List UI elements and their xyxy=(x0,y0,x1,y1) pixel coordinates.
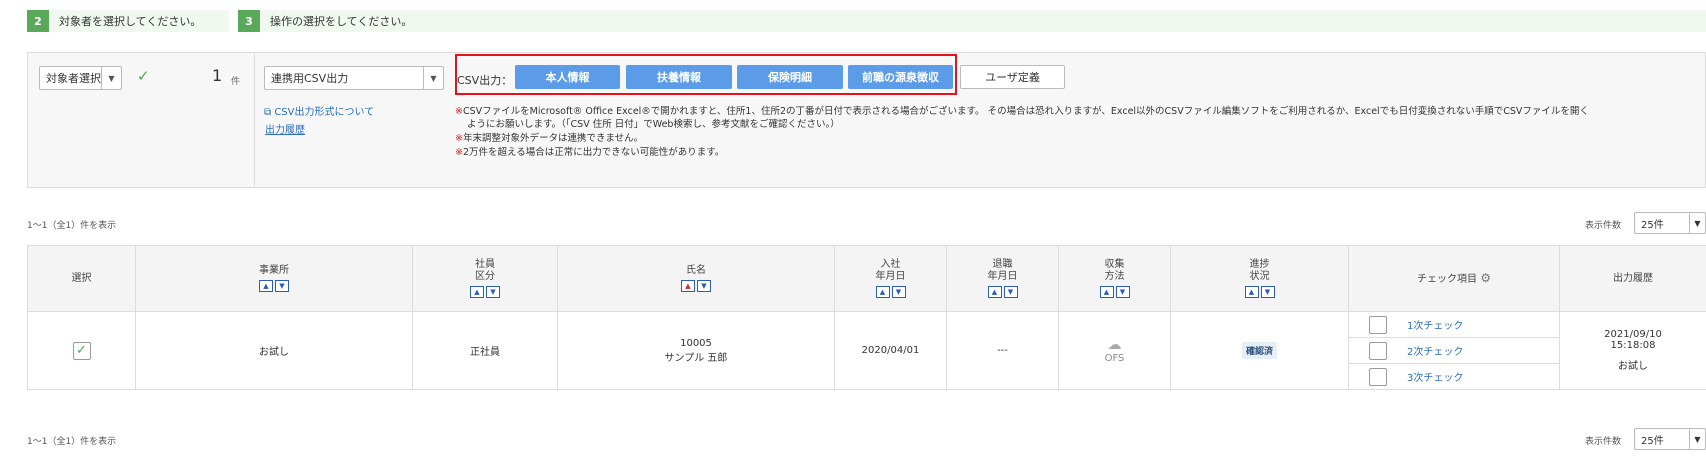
note-limit: ※2万件を超える場合は正常に出力できない可能性があります。 xyxy=(455,147,725,158)
sort-desc-button[interactable]: ▼ xyxy=(891,286,906,298)
target-count-unit: 件 xyxy=(231,77,241,87)
history-time: 15:18:08 xyxy=(1610,340,1656,351)
chevron-down-icon: ▼ xyxy=(1689,429,1705,449)
note-year-end: ※年末調整対象外データは連携できません。 xyxy=(455,133,644,144)
chevron-down-icon: ▼ xyxy=(423,67,443,89)
check-item-checkbox[interactable] xyxy=(1369,367,1387,386)
target-count: 1 xyxy=(212,66,223,85)
step-3-header: 3 操作の選択をしてください。 xyxy=(238,10,1706,32)
cell-join-date: 2020/04/01 xyxy=(834,311,947,390)
history-date: 2021/09/10 xyxy=(1604,329,1662,340)
step-title: 対象者を選択してください。 xyxy=(59,15,202,28)
cell-check-items: 1次チェック 2次チェック 3次チェック xyxy=(1348,311,1560,390)
page-size-value: 25件 xyxy=(1641,219,1664,231)
employee-name: サンプル 五郎 xyxy=(664,352,728,364)
header-select: 選択 xyxy=(27,245,136,312)
check-item: 3次チェック xyxy=(1349,364,1559,389)
cell-select: ✓ xyxy=(27,311,136,390)
chevron-down-icon: ▼ xyxy=(101,67,121,89)
page-size-value: 25件 xyxy=(1641,435,1664,447)
sort-desc-button[interactable]: ▼ xyxy=(1260,286,1275,298)
sort-desc-button[interactable]: ▼ xyxy=(1115,286,1130,298)
header-join-date: 入社 年月日 ▲ ▼ xyxy=(834,245,947,312)
note-excel: ※CSVファイルをMicrosoft® Office Excel®で開かれますと… xyxy=(455,106,1589,117)
sort-asc-button[interactable]: ▲ xyxy=(987,286,1002,298)
check-item-link[interactable]: 1次チェック xyxy=(1407,317,1463,332)
cell-office: お試し xyxy=(135,311,413,390)
highlight-box xyxy=(455,54,957,95)
collect-method-value: OFS xyxy=(1104,353,1125,364)
check-item: 1次チェック xyxy=(1349,312,1559,338)
header-name: 氏名 ▲ ▼ xyxy=(557,245,835,312)
sort-asc-button[interactable]: ▲ xyxy=(1244,286,1259,298)
sort-desc-button[interactable]: ▼ xyxy=(1003,286,1018,298)
sort-asc-button[interactable]: ▲ xyxy=(681,280,695,292)
sort-asc-button[interactable]: ▲ xyxy=(470,286,484,298)
page-size-select[interactable]: 25件 ▼ xyxy=(1634,212,1706,234)
header-progress: 進捗 状況 ▲ ▼ xyxy=(1170,245,1349,312)
cell-output-history: 2021/09/10 15:18:08 お試し xyxy=(1559,311,1706,390)
sort-desc-button[interactable]: ▼ xyxy=(275,280,289,292)
header-check-items: チェック項目 ⚙ xyxy=(1348,245,1560,312)
page-size-select-bottom[interactable]: 25件 ▼ xyxy=(1634,428,1706,450)
check-item-checkbox[interactable] xyxy=(1369,341,1387,360)
header-output-history: 出力履歴 xyxy=(1559,245,1706,312)
table-header-row: 選択 事業所 ▲ ▼ 社員 区分 ▲ ▼ 氏名 ▲ ▼ 入社 年月日 ▲ ▼ 退職 年月… xyxy=(27,245,1706,312)
step-number: 3 xyxy=(238,10,260,32)
asterisk-icon: ※ xyxy=(455,106,463,117)
step-number: 2 xyxy=(27,10,49,32)
panel-divider xyxy=(254,53,255,187)
user-defined-button[interactable]: ユーザ定義 xyxy=(960,65,1065,89)
page-size-label-bottom: 表示件数 xyxy=(1585,437,1622,447)
chevron-down-icon: ▼ xyxy=(1689,213,1705,233)
employee-number: 10005 xyxy=(680,337,712,349)
header-employee-type: 社員 区分 ▲ ▼ xyxy=(412,245,558,312)
step-title: 操作の選択をしてください。 xyxy=(270,15,413,28)
csv-format-link[interactable]: ⧉ CSV出力形式について xyxy=(264,103,374,118)
operation-select-value: 連携用CSV出力 xyxy=(271,72,349,85)
status-badge: 確認済 xyxy=(1241,342,1277,359)
asterisk-icon: ※ xyxy=(455,147,463,158)
target-select-value: 対象者選択 xyxy=(46,72,101,85)
external-link-icon: ⧉ xyxy=(264,107,272,118)
row-select-checkbox[interactable]: ✓ xyxy=(72,341,91,360)
checkmark-icon: ✓ xyxy=(137,67,150,85)
employee-table: 選択 事業所 ▲ ▼ 社員 区分 ▲ ▼ 氏名 ▲ ▼ 入社 年月日 ▲ ▼ 退職 年月… xyxy=(27,245,1706,390)
operation-select[interactable]: 連携用CSV出力 ▼ xyxy=(264,66,444,90)
sort-asc-button[interactable]: ▲ xyxy=(259,280,273,292)
cell-progress: 確認済 xyxy=(1170,311,1349,390)
sort-desc-button[interactable]: ▼ xyxy=(486,286,500,298)
step-2-header: 2 対象者を選択してください。 xyxy=(27,10,229,32)
check-item: 2次チェック xyxy=(1349,338,1559,364)
header-collect-method: 収集 方法 ▲ ▼ xyxy=(1058,245,1171,312)
sort-asc-button[interactable]: ▲ xyxy=(875,286,890,298)
list-count-info: 1〜1（全1）件を表示 xyxy=(27,221,117,231)
cell-collect-method: ☁ OFS xyxy=(1058,311,1171,390)
header-leave-date: 退職 年月日 ▲ ▼ xyxy=(946,245,1059,312)
history-user: お試し xyxy=(1618,361,1648,372)
sort-asc-button[interactable]: ▲ xyxy=(1099,286,1114,298)
list-count-info-bottom: 1〜1（全1）件を表示 xyxy=(27,437,117,447)
cell-leave-date: --- xyxy=(946,311,1059,390)
cloud-icon: ☁ xyxy=(1107,337,1122,353)
gear-icon[interactable]: ⚙ xyxy=(1480,271,1491,285)
check-item-checkbox[interactable] xyxy=(1369,315,1387,334)
page-size-label: 表示件数 xyxy=(1585,221,1622,231)
check-item-link[interactable]: 2次チェック xyxy=(1407,343,1463,358)
cell-employee-type: 正社員 xyxy=(412,311,558,390)
output-history-link[interactable]: 出力履歴 xyxy=(265,121,305,136)
sort-desc-button[interactable]: ▼ xyxy=(697,280,711,292)
asterisk-icon: ※ xyxy=(455,133,463,144)
table-row: ✓ お試し 正社員 10005 サンプル 五郎 2020/04/01 --- ☁… xyxy=(27,311,1706,390)
header-office: 事業所 ▲ ▼ xyxy=(135,245,413,312)
checkmark-icon: ✓ xyxy=(76,343,87,358)
note-excel-cont: ようにお願いします。（「CSV 住所 日付」でWeb検索し、参考文献をご確認くだ… xyxy=(467,119,840,130)
target-select[interactable]: 対象者選択 ▼ xyxy=(39,66,122,90)
check-item-link[interactable]: 3次チェック xyxy=(1407,369,1463,384)
cell-name: 10005 サンプル 五郎 xyxy=(557,311,835,390)
